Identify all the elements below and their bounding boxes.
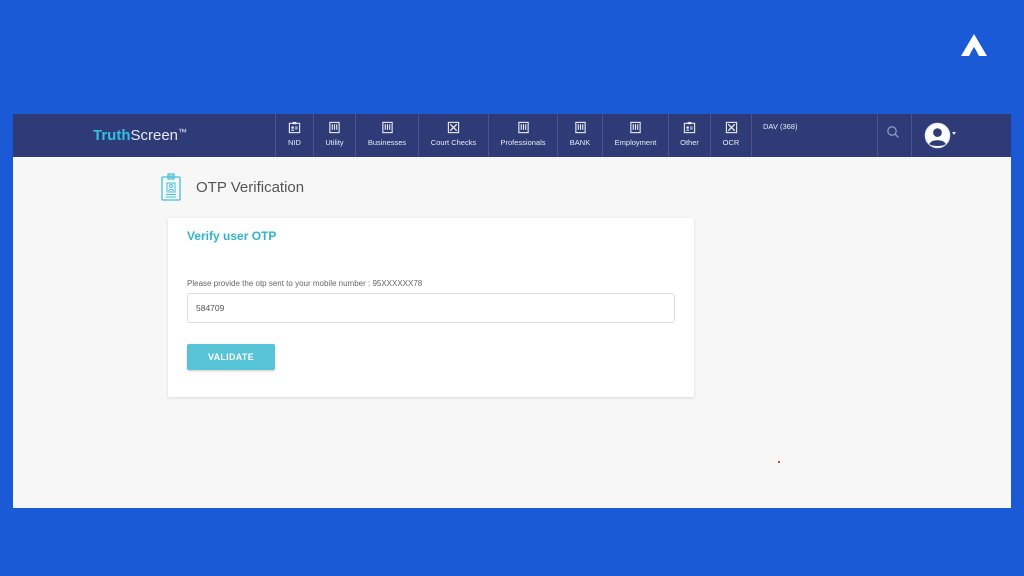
id-card-icon [288,121,301,134]
corner-logo-icon [961,34,987,56]
nav-item-label: Professionals [500,138,546,147]
nav-item-label: Businesses [367,138,407,147]
nav-menu: NID Utility Businesses Court Checks Prof… [276,114,752,157]
nav-item-label: Court Checks [430,138,477,147]
otp-card: Verify user OTP Please provide the otp s… [168,218,694,397]
page-header: OTP Verification [161,172,304,202]
brand-trademark: ™ [178,127,188,137]
brand-logo[interactable]: TruthScreen™ [93,114,187,157]
document-icon [630,121,641,134]
app-window: TruthScreen™ NID Utility Businesses Cour… [13,114,1011,508]
gavel-box-icon [447,121,460,134]
nav-divider [877,114,878,157]
nav-item-other[interactable]: Other [669,114,711,157]
document-icon [517,121,529,134]
stray-marker [778,461,780,463]
chevron-down-icon[interactable] [952,132,956,135]
nav-item-employment[interactable]: Employment [603,114,669,157]
validate-button[interactable]: VALIDATE [187,344,275,370]
nav-item-label: NID [288,138,301,147]
card-title: Verify user OTP [187,229,277,243]
document-icon [381,121,393,134]
otp-input[interactable] [187,293,675,323]
otp-field-label: Please provide the otp sent to your mobi… [187,279,423,288]
search-icon[interactable] [886,125,900,139]
nav-item-label: Utility [325,138,344,147]
nav-divider [911,114,912,157]
page-title: OTP Verification [196,178,305,196]
nav-item-professionals[interactable]: Professionals [489,114,558,157]
nav-item-label: OCR [722,138,740,147]
document-icon [574,121,586,134]
nav-item-ocr[interactable]: OCR [711,114,752,157]
brand-part-1: Truth [93,127,131,144]
nav-item-label: BANK [569,138,591,147]
nav-item-utility[interactable]: Utility [314,114,356,157]
id-card-icon [683,121,696,134]
user-avatar-icon[interactable] [924,122,951,149]
top-navbar: TruthScreen™ NID Utility Businesses Cour… [13,114,1011,157]
nav-item-nid[interactable]: NID [276,114,314,157]
nav-item-businesses[interactable]: Businesses [356,114,419,157]
account-credits[interactable]: DAV (368) [763,122,797,131]
nav-item-label: Employment [614,138,657,147]
nav-item-label: Other [680,138,699,147]
document-icon [329,121,340,134]
id-badge-icon [161,173,181,201]
nav-item-court-checks[interactable]: Court Checks [419,114,489,157]
brand-part-2: Screen [130,127,179,144]
gavel-box-icon [725,121,737,134]
nav-item-bank[interactable]: BANK [558,114,603,157]
